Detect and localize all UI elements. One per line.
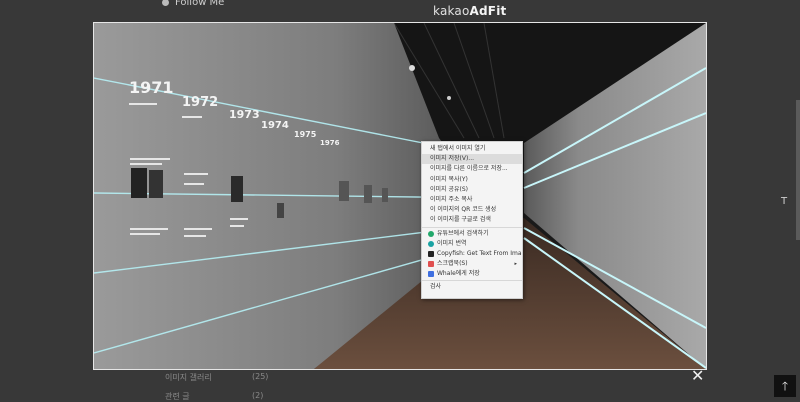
year-label: 1976: [320, 139, 340, 147]
ad-brand-suffix: AdFit: [469, 4, 507, 18]
scroll-top-button[interactable]: 🡑: [774, 375, 796, 397]
menu-separator: [422, 280, 522, 282]
page-scrollbar[interactable]: [796, 100, 800, 240]
arrow-up-icon: 🡑: [781, 379, 789, 393]
menu-search-image-google[interactable]: 이 이미지를 구글로 검색: [422, 215, 522, 225]
menu-ext-label: Whale에게 저장: [437, 270, 480, 278]
menu-open-image-new-tab[interactable]: 새 탭에서 이미지 열기: [422, 144, 522, 154]
fish-icon: [428, 250, 434, 257]
menu-ext-youtube-search[interactable]: 유튜브에서 검색하기: [422, 229, 522, 239]
ad-brand-prefix: kakao: [433, 4, 470, 18]
menu-save-image-as[interactable]: 이미지를 다른 이름으로 저장...: [422, 164, 522, 174]
red-square-icon: [428, 261, 434, 268]
lightbox-close-icon[interactable]: ✕: [691, 368, 704, 384]
related-label: 관련 글: [165, 392, 190, 401]
menu-create-qr-code[interactable]: 이 이미지의 QR 코드 생성: [422, 205, 522, 215]
menu-ext-translate-image[interactable]: 이미지 번역: [422, 239, 522, 249]
year-label: 1974: [261, 120, 289, 131]
menu-separator: [422, 226, 522, 228]
image-context-menu[interactable]: 새 탭에서 이미지 열기 이미지 저장(V)... 이미지를 다른 이름으로 저…: [421, 141, 523, 299]
year-label: 1973: [229, 108, 260, 121]
menu-share-image[interactable]: 이미지 공유(S): [422, 185, 522, 195]
year-label: 1971: [129, 78, 174, 97]
menu-ext-whale-save[interactable]: Whale에게 저장: [422, 269, 522, 279]
menu-save-image[interactable]: 이미지 저장(V)...: [422, 154, 522, 165]
ad-brand: kakaoAdFit: [433, 4, 506, 18]
museum-corridor-photo: 1971 1972 1973 1974 1975 1976: [94, 23, 706, 369]
menu-ext-label: 이미지 번역: [437, 239, 467, 247]
gallery-count: (25): [252, 372, 269, 381]
menu-copy-image[interactable]: 이미지 복사(Y): [422, 175, 522, 185]
menu-ext-label: 스크랩북(S): [437, 260, 468, 268]
menu-copy-image-address[interactable]: 이미지 주소 복사: [422, 195, 522, 205]
follow-link: Follow Me: [162, 0, 224, 8]
blue-square-icon: [428, 271, 434, 278]
menu-ext-copyfish[interactable]: Copyfish: Get Text From Image: [422, 249, 522, 259]
gallery-label: 이미지 갤러리: [165, 373, 212, 382]
menu-ext-scrapbook[interactable]: 스크랩북(S) ▸: [422, 259, 522, 269]
menu-ext-label: Copyfish: Get Text From Image: [437, 249, 522, 257]
submenu-arrow-icon: ▸: [514, 261, 517, 268]
person-icon: [162, 0, 169, 6]
green-circle-icon: [428, 230, 434, 237]
follow-label: Follow Me: [175, 0, 225, 8]
menu-inspect[interactable]: 검사: [422, 282, 522, 292]
font-size-icon: T: [781, 196, 788, 207]
year-label: 1972: [182, 95, 218, 110]
related-count: (2): [252, 391, 264, 400]
year-label: 1975: [294, 130, 317, 139]
menu-ext-label: 유튜브에서 검색하기: [437, 229, 489, 237]
lightbox-image[interactable]: 1971 1972 1973 1974 1975 1976: [93, 22, 707, 370]
teal-circle-icon: [428, 240, 434, 247]
